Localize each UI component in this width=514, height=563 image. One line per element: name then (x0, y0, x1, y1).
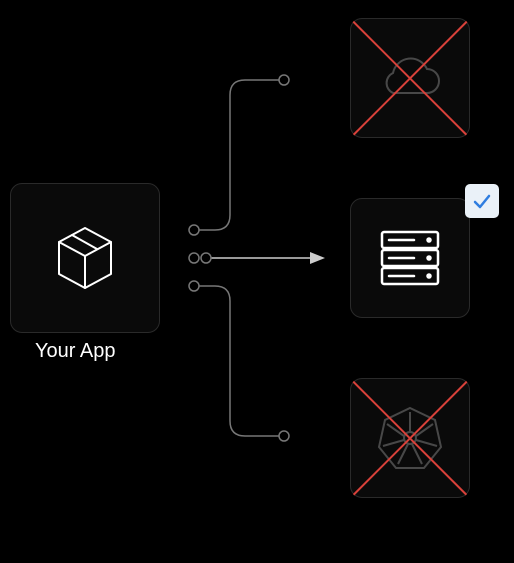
target-cloud-node (350, 18, 470, 138)
target-server-node (350, 198, 470, 318)
server-rack-icon (374, 222, 446, 294)
selected-check-badge (465, 184, 499, 218)
package-icon (49, 222, 121, 294)
check-icon (471, 190, 493, 212)
kubernetes-icon (374, 402, 446, 474)
source-label: Your App (35, 340, 115, 363)
target-kubernetes-node (350, 378, 470, 498)
cloud-icon (375, 53, 445, 103)
source-app-node (10, 183, 160, 333)
